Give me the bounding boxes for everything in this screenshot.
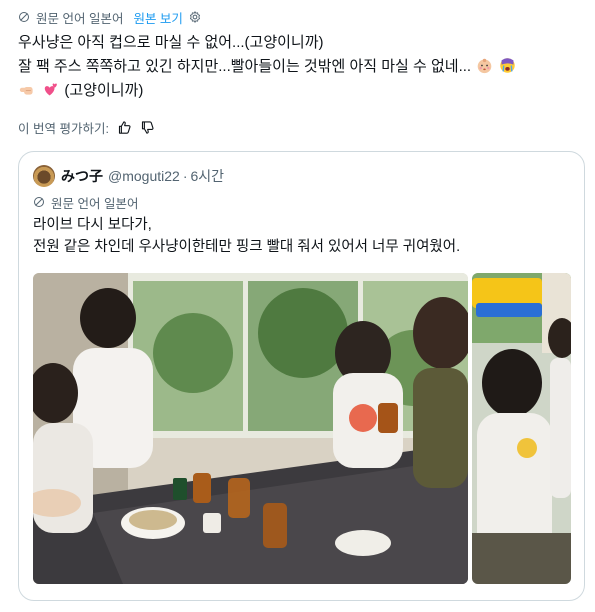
tweet-text: 우사냥은 아직 컵으로 마실 수 없어...(고양이니까) 잘 팩 주스 쪽쪽하… bbox=[18, 31, 583, 103]
pointing-hand-icon bbox=[19, 86, 33, 95]
translate-globe-icon bbox=[19, 12, 29, 22]
show-original-link[interactable]: 원본 보기 bbox=[133, 8, 182, 27]
photo-2[interactable] bbox=[472, 273, 571, 584]
tweet-line-3-text: (고양이니까) bbox=[64, 82, 144, 99]
avatar[interactable] bbox=[33, 165, 55, 187]
media-gallery[interactable] bbox=[33, 273, 571, 584]
quoted-translation-info: 원문 언어 일본어 bbox=[33, 194, 139, 211]
quoted-tweet[interactable]: みつ子 @moguti22 · 6시간 원문 언어 일본어 라이브 다시 보다가… bbox=[18, 151, 585, 601]
photo-1-image bbox=[33, 273, 468, 584]
two-hearts-icon bbox=[44, 83, 58, 96]
tweet-line-2: 잘 팩 주스 쪽쪽하고 있긴 하지만...빨아들이는 것밖엔 아직 마실 수 없… bbox=[18, 55, 583, 79]
baby-face-icon bbox=[477, 58, 492, 74]
tweet-line-1: 우사냥은 아직 컵으로 마실 수 없어...(고양이니까) bbox=[18, 34, 324, 51]
rate-translation-label: 이 번역 평가하기: bbox=[18, 121, 109, 136]
thumbs-up-icon[interactable] bbox=[117, 120, 132, 135]
author-name[interactable]: みつ子 bbox=[61, 166, 103, 186]
tweet-line-2-text: 잘 팩 주스 쪽쪽하고 있긴 하지만...빨아들이는 것밖엔 아직 마실 수 없… bbox=[18, 58, 472, 75]
author-handle[interactable]: @moguti22 bbox=[108, 168, 180, 184]
photo-2-image bbox=[472, 273, 571, 584]
translation-info: 원문 언어 일본어 원본 보기 bbox=[18, 8, 202, 26]
quoted-line-1: 라이브 다시 보다가, bbox=[33, 217, 152, 233]
rate-translation: 이 번역 평가하기: bbox=[18, 117, 155, 137]
crying-face-icon bbox=[500, 58, 516, 73]
tweet-line-3: (고양이니까) bbox=[18, 79, 583, 103]
quoted-line-2: 전원 같은 차인데 우사냥이한테만 핑크 빨대 줘서 있어서 너무 귀여웠어. bbox=[33, 239, 461, 255]
photo-1[interactable] bbox=[33, 273, 468, 584]
timestamp[interactable]: 6시간 bbox=[190, 166, 224, 186]
translation-label: 원문 언어 일본어 bbox=[36, 11, 124, 26]
separator-dot: · bbox=[182, 168, 188, 184]
translate-globe-icon bbox=[34, 197, 44, 207]
thumbs-down-icon[interactable] bbox=[140, 120, 155, 135]
quoted-translation-label: 원문 언어 일본어 bbox=[51, 196, 139, 211]
quoted-tweet-header: みつ子 @moguti22 · 6시간 bbox=[33, 164, 224, 188]
quoted-tweet-text: 라이브 다시 보다가, 전원 같은 차인데 우사냥이한테만 핑크 빨대 줘서 있… bbox=[33, 214, 573, 258]
gear-icon[interactable] bbox=[188, 10, 202, 24]
